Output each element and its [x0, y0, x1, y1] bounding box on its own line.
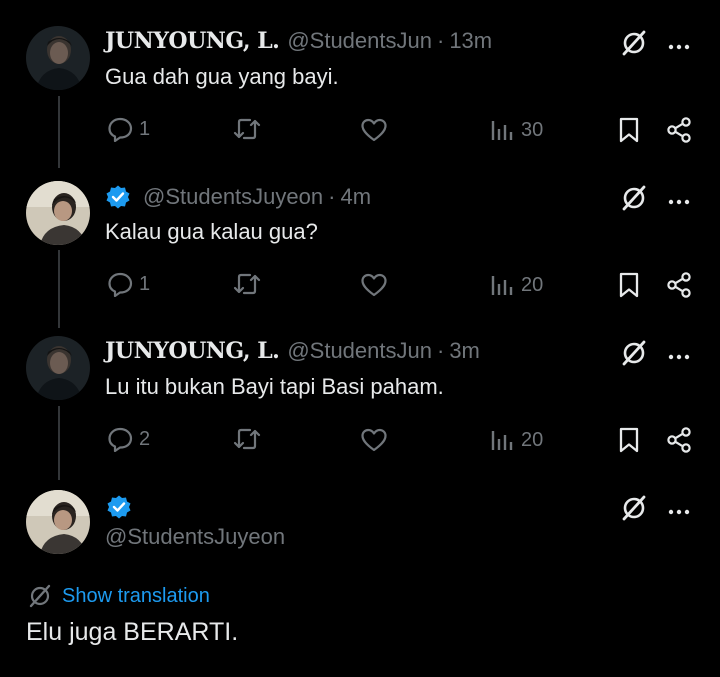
translate-icon [29, 584, 51, 608]
tweet-header: JUNYOUNG, L. @StudentsJun · 3m [105, 338, 480, 364]
retweet-button[interactable] [232, 271, 262, 297]
retweet-icon [233, 428, 261, 450]
reply-icon [108, 427, 133, 452]
share-button[interactable] [665, 426, 693, 454]
separator: · [436, 28, 445, 53]
action-bar: 1 20 [0, 267, 720, 301]
share-icon [667, 272, 691, 298]
reply-count: 2 [139, 427, 151, 450]
user-handle[interactable]: @StudentsJuyeon [143, 184, 323, 210]
avatar[interactable] [26, 336, 90, 400]
separator: · [436, 338, 445, 363]
like-icon [361, 118, 387, 142]
user-handle[interactable]: @StudentsJuyeon [105, 524, 285, 550]
views-button[interactable]: 20 [489, 427, 543, 453]
reply-count: 1 [139, 272, 151, 295]
views-button[interactable]: 30 [489, 117, 543, 143]
show-translation-link[interactable]: Show translation [62, 585, 210, 608]
bookmark-button[interactable] [617, 426, 641, 454]
tweet-header: JUNYOUNG, L. @StudentsJun · 13m [105, 28, 492, 54]
like-button[interactable] [360, 272, 388, 298]
views-icon [491, 431, 513, 450]
verified-badge-icon [107, 495, 131, 519]
tweet-text: Lu itu bukan Bayi tapi Basi paham. [105, 374, 444, 399]
grok-icon[interactable] [620, 339, 648, 372]
like-button[interactable] [360, 117, 388, 143]
more-icon[interactable] [667, 193, 691, 205]
separator: · [328, 184, 336, 209]
views-icon [491, 276, 513, 295]
like-icon [361, 273, 387, 297]
reply-button[interactable]: 2 [107, 426, 150, 452]
grok-icon[interactable] [620, 184, 648, 217]
reply-icon [108, 272, 133, 297]
tweet-text: Elu juga BERARTI. [26, 618, 239, 646]
views-icon [491, 121, 513, 140]
share-button[interactable] [665, 116, 693, 144]
bookmark-button[interactable] [617, 116, 641, 144]
share-button[interactable] [665, 271, 693, 299]
grok-icon[interactable] [620, 494, 648, 527]
retweet-button[interactable] [232, 116, 262, 142]
user-handle[interactable]: @StudentsJun [287, 338, 432, 364]
timestamp[interactable]: 3m [449, 338, 480, 364]
avatar[interactable] [26, 181, 90, 245]
view-count: 30 [521, 118, 544, 141]
share-icon [667, 117, 691, 143]
retweet-icon [233, 273, 261, 295]
avatar[interactable] [26, 490, 90, 554]
retweet-icon [233, 118, 261, 140]
like-button[interactable] [360, 427, 388, 453]
tweet-text: Kalau gua kalau gua? [105, 219, 318, 244]
reply-count: 1 [139, 117, 151, 140]
bookmark-icon [619, 272, 639, 298]
timestamp[interactable]: 13m [449, 28, 492, 54]
bookmark-icon [619, 427, 639, 453]
avatar[interactable] [26, 26, 90, 90]
tweet-header: @StudentsJuyeon · 4m [105, 184, 371, 210]
views-button[interactable]: 20 [489, 272, 543, 298]
bookmark-button[interactable] [617, 271, 641, 299]
display-name[interactable]: JUNYOUNG, L. [105, 338, 280, 364]
action-bar: 2 20 [0, 422, 720, 456]
reply-button[interactable]: 1 [107, 271, 150, 297]
show-translation[interactable]: Show translation [28, 584, 210, 608]
like-icon [361, 428, 387, 452]
more-icon[interactable] [667, 503, 691, 515]
grok-icon[interactable] [620, 29, 648, 62]
view-count: 20 [521, 428, 544, 451]
more-icon[interactable] [667, 38, 691, 50]
timestamp[interactable]: 4m [340, 184, 371, 210]
user-handle[interactable]: @StudentsJun [287, 28, 432, 54]
more-icon[interactable] [667, 348, 691, 360]
verified-badge-icon [106, 185, 130, 209]
display-name[interactable]: JUNYOUNG, L. [105, 28, 280, 54]
reply-icon [108, 117, 133, 142]
reply-button[interactable]: 1 [107, 116, 150, 142]
view-count: 20 [521, 273, 544, 296]
retweet-button[interactable] [232, 426, 262, 452]
share-icon [667, 427, 691, 453]
bookmark-icon [619, 117, 639, 143]
action-bar: 1 30 [0, 112, 720, 146]
tweet-text: Gua dah gua yang bayi. [105, 64, 339, 89]
